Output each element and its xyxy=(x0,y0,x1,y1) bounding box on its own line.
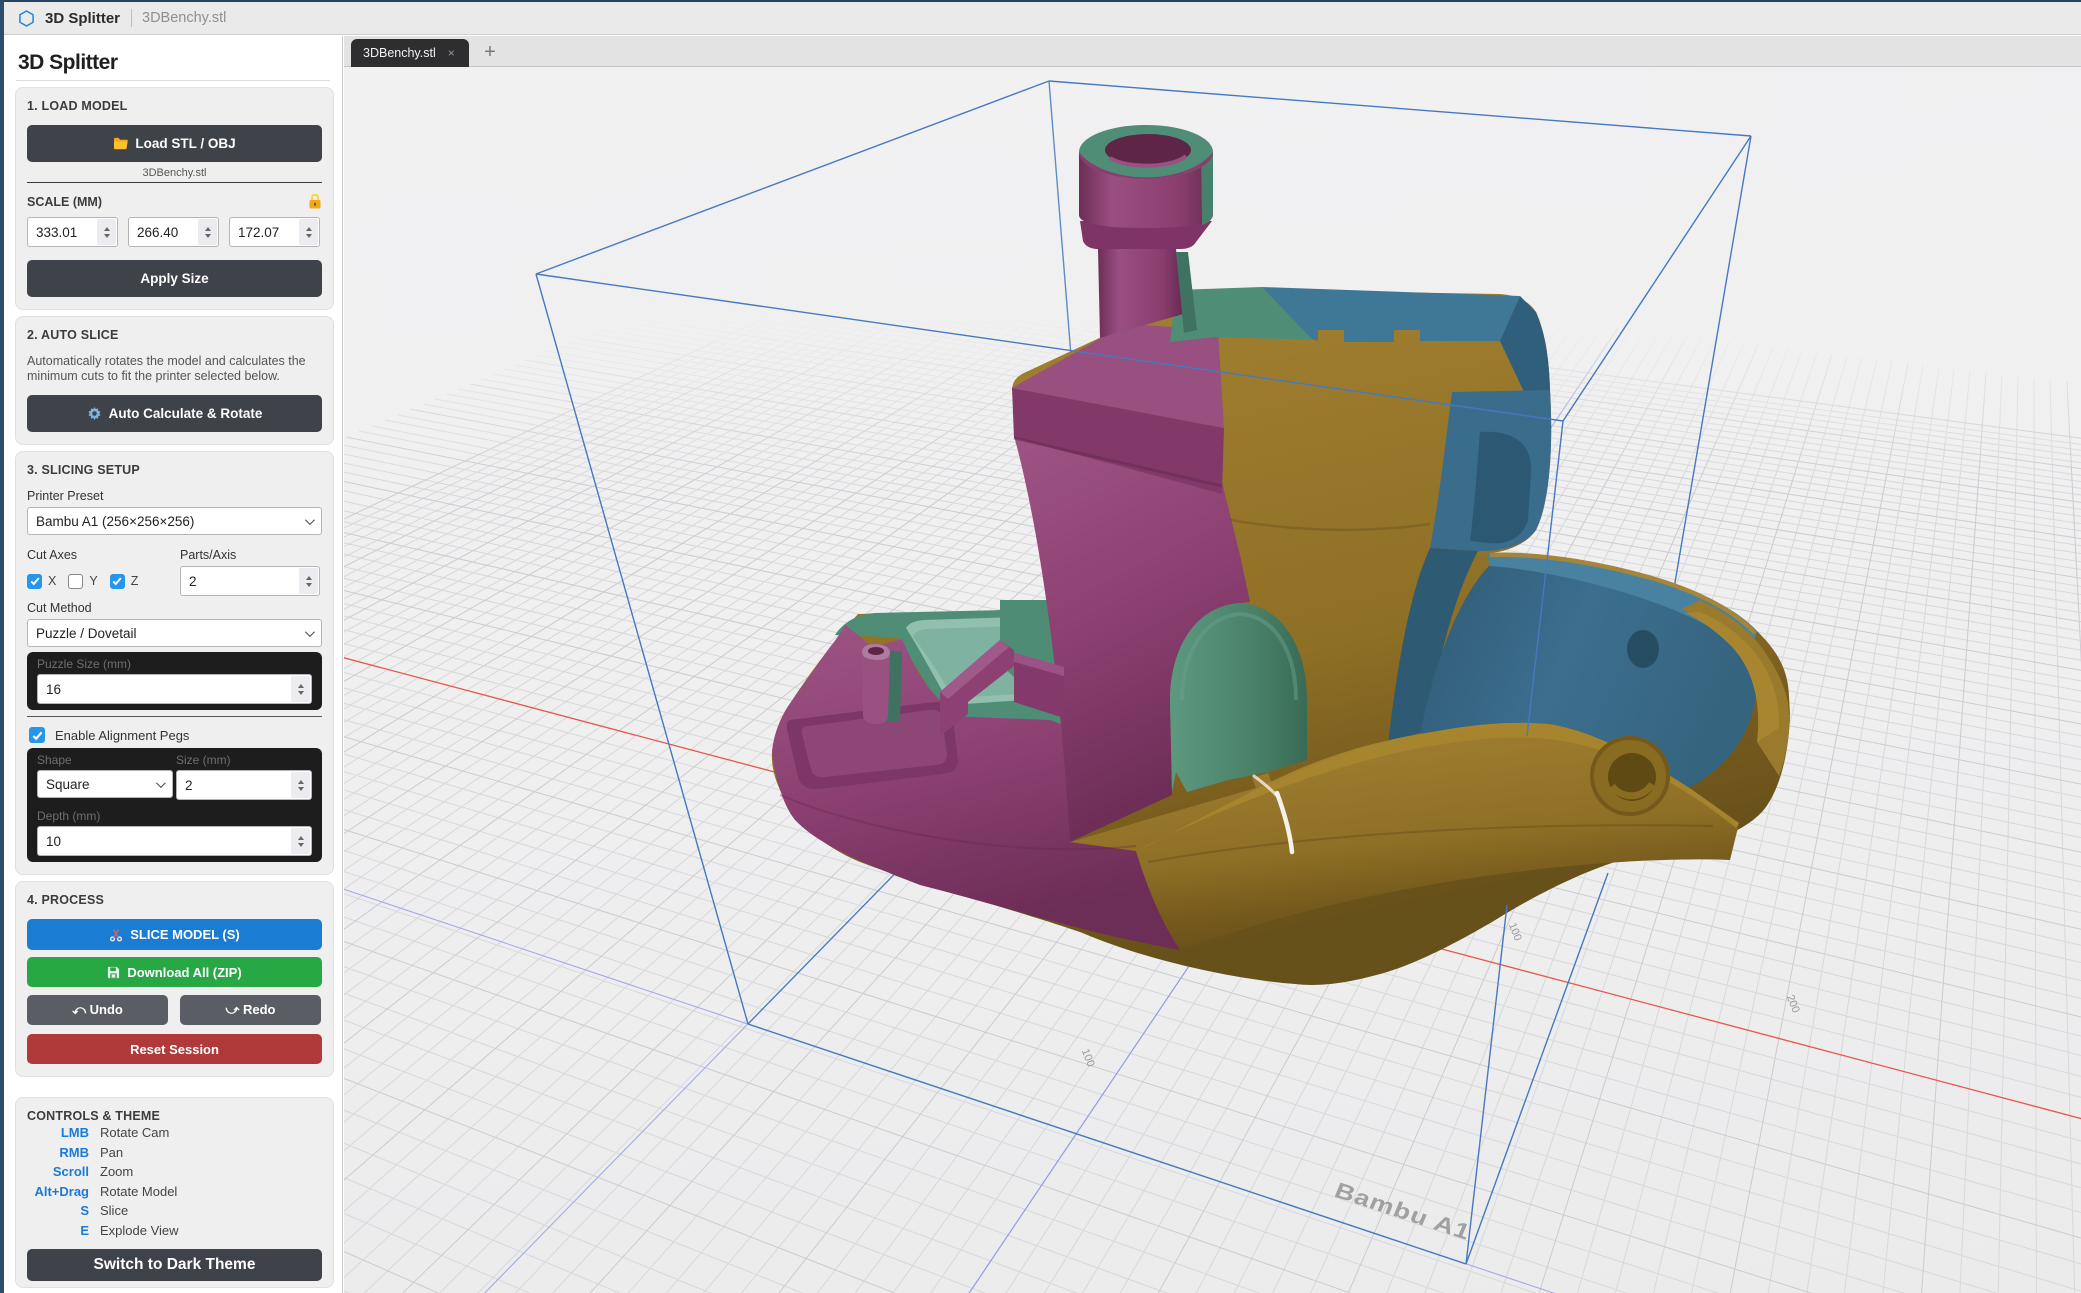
svg-text:100: 100 xyxy=(1079,1047,1097,1069)
svg-text:Bambu A1: Bambu A1 xyxy=(1331,1179,1474,1245)
svg-text:200: 200 xyxy=(1784,993,1802,1015)
svg-text:100: 100 xyxy=(1506,921,1524,943)
